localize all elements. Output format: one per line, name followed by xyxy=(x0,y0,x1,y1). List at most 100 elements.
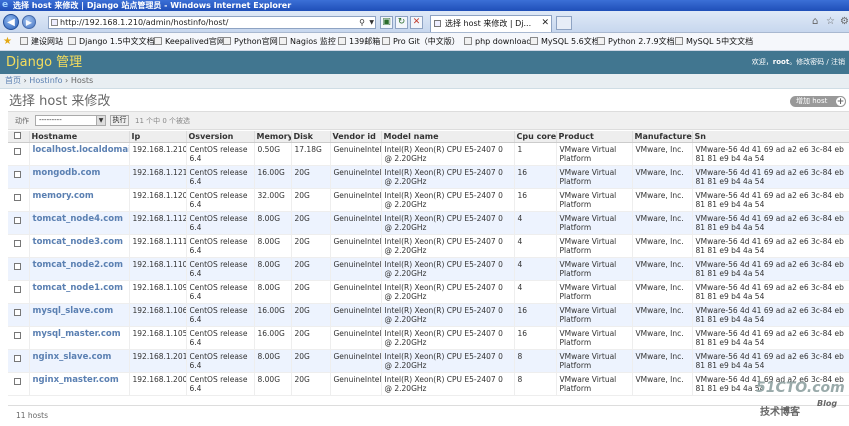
browser-tab[interactable]: 选择 host 来修改 | Dj... ✕ xyxy=(430,15,552,32)
favorite-link[interactable]: 建设网站 xyxy=(20,37,63,47)
cell-product: VMware Virtual Platform xyxy=(555,372,632,396)
column-header[interactable]: Vendor id xyxy=(329,131,381,143)
cell-disk: 20G xyxy=(290,326,330,350)
row-checkbox[interactable] xyxy=(14,332,21,339)
action-select-value: --------- xyxy=(39,116,62,124)
chevron-down-icon[interactable]: ▼ xyxy=(369,17,374,28)
row-checkbox-cell xyxy=(8,211,29,235)
select-all-checkbox[interactable] xyxy=(8,131,29,143)
cell-cpu: 16 xyxy=(513,303,556,327)
gear-icon[interactable]: ⚙ xyxy=(840,17,849,27)
column-header[interactable]: Hostname xyxy=(28,131,129,143)
compat-view-icon[interactable]: ▣ xyxy=(380,16,393,29)
column-header[interactable]: Osversion xyxy=(185,131,254,143)
cell-model: Intel(R) Xeon(R) CPU E5-2407 0 @ 2.20GHz xyxy=(380,349,514,373)
cell-ip: 192.168.1.120 xyxy=(128,188,186,212)
cell-disk: 20G xyxy=(290,257,330,281)
star-icon[interactable]: ☆ xyxy=(826,17,835,27)
close-icon[interactable]: ✕ xyxy=(541,16,549,31)
host-link[interactable]: memory.com xyxy=(28,188,129,212)
favorites-star-icon[interactable]: ★ xyxy=(3,36,12,47)
host-link[interactable]: nginx_master.com xyxy=(28,372,129,396)
cell-cpu: 8 xyxy=(513,349,556,373)
column-header[interactable]: Sn xyxy=(691,131,849,143)
back-arrow-icon[interactable]: ◀ xyxy=(3,14,19,30)
refresh-icon[interactable]: ↻ xyxy=(395,16,408,29)
tab-favicon-icon xyxy=(434,20,441,27)
host-link[interactable]: mysql_slave.com xyxy=(28,303,129,327)
host-link[interactable]: mysql_master.com xyxy=(28,326,129,350)
cell-sn: VMware-56 4d 41 69 ad a2 e6 3c-84 eb 81 … xyxy=(691,303,849,327)
favorite-link[interactable]: MySQL 5.6文档 xyxy=(530,37,600,47)
row-checkbox[interactable] xyxy=(14,171,21,178)
add-host-button[interactable]: 增加 host + xyxy=(790,96,846,107)
row-checkbox[interactable] xyxy=(14,286,21,293)
favorite-link[interactable]: 139邮箱 xyxy=(338,37,380,47)
cell-manufacturer: VMware, Inc. xyxy=(631,234,692,258)
host-link[interactable]: tomcat_node2.com xyxy=(28,257,129,281)
row-checkbox[interactable] xyxy=(14,378,21,385)
host-link[interactable]: localhost.localdomain xyxy=(28,142,129,166)
cell-product: VMware Virtual Platform xyxy=(555,188,632,212)
row-checkbox[interactable] xyxy=(14,240,21,247)
favorite-link[interactable]: Keepalived官网 xyxy=(154,37,225,47)
host-link[interactable]: tomcat_node3.com xyxy=(28,234,129,258)
favorite-link[interactable]: Pro Git（中文版） xyxy=(382,37,460,47)
cell-os: CentOS release 6.4 xyxy=(185,326,254,350)
breadcrumb-home[interactable]: 首页 xyxy=(5,76,21,85)
cell-product: VMware Virtual Platform xyxy=(555,280,632,304)
cell-vendor: GenuineIntel xyxy=(329,188,381,212)
cell-model: Intel(R) Xeon(R) CPU E5-2407 0 @ 2.20GHz xyxy=(380,326,514,350)
go-button[interactable]: 执行 xyxy=(110,115,129,126)
cell-product: VMware Virtual Platform xyxy=(555,142,632,166)
tab-title: 选择 host 来修改 | Dj... xyxy=(445,19,532,28)
cell-model: Intel(R) Xeon(R) CPU E5-2407 0 @ 2.20GHz xyxy=(380,188,514,212)
breadcrumb-app[interactable]: Hostinfo xyxy=(29,76,62,85)
address-bar[interactable]: http://192.168.1.210/admin/hostinfo/host… xyxy=(48,16,376,29)
site-name[interactable]: Django 管理 xyxy=(6,55,82,70)
favorite-link[interactable]: Nagios 监控 xyxy=(279,37,336,47)
favorite-link[interactable]: Python 2.7.9文档 xyxy=(597,37,675,47)
column-header[interactable]: Memory xyxy=(253,131,291,143)
cell-manufacturer: VMware, Inc. xyxy=(631,211,692,235)
cell-manufacturer: VMware, Inc. xyxy=(631,372,692,396)
column-header[interactable]: Product xyxy=(555,131,632,143)
column-header[interactable]: Manufacturer xyxy=(631,131,692,143)
favorite-link[interactable]: MySQL 5中文文档 xyxy=(675,37,753,47)
host-link[interactable]: tomcat_node1.com xyxy=(28,280,129,304)
favorite-link[interactable]: Django 1.5中文文档 xyxy=(68,37,155,47)
user-links[interactable]: 。修改密码 / 注销 xyxy=(789,58,845,66)
host-link[interactable]: mongodb.com xyxy=(28,165,129,189)
stop-icon[interactable]: ✕ xyxy=(410,16,423,29)
cell-manufacturer: VMware, Inc. xyxy=(631,326,692,350)
column-header[interactable]: Disk xyxy=(290,131,330,143)
host-link[interactable]: nginx_slave.com xyxy=(28,349,129,373)
selected-count: 11 个中 0 个被选 xyxy=(135,117,191,125)
breadcrumb-current: Hosts xyxy=(70,76,94,85)
favorite-link[interactable]: Python官网 xyxy=(223,37,278,47)
host-link[interactable]: tomcat_node4.com xyxy=(28,211,129,235)
row-checkbox[interactable] xyxy=(14,148,21,155)
forward-arrow-icon[interactable]: ▶ xyxy=(22,15,36,29)
table-header-row: Hostname Ip Osversion Memory Disk Vendor… xyxy=(8,131,849,143)
column-header[interactable]: Ip xyxy=(128,131,186,143)
favorite-link[interactable]: php downloads xyxy=(464,37,536,47)
cell-ip: 192.168.1.109 xyxy=(128,280,186,304)
column-header[interactable]: Model name xyxy=(380,131,514,143)
row-checkbox[interactable] xyxy=(14,309,21,316)
row-checkbox-cell xyxy=(8,234,29,258)
row-checkbox[interactable] xyxy=(14,263,21,270)
column-header[interactable]: Cpu core xyxy=(513,131,556,143)
row-checkbox[interactable] xyxy=(14,355,21,362)
action-select[interactable]: --------- ▼ xyxy=(35,115,106,126)
home-icon[interactable]: ⌂ xyxy=(812,17,818,27)
row-checkbox-cell xyxy=(8,257,29,281)
actions-bar: 动作 --------- ▼ 执行 11 个中 0 个被选 xyxy=(8,112,849,130)
row-checkbox[interactable] xyxy=(14,194,21,201)
table-row: memory.com 192.168.1.120 CentOS release 6.… xyxy=(8,188,849,212)
checkbox-icon[interactable] xyxy=(14,132,21,139)
row-checkbox[interactable] xyxy=(14,217,21,224)
search-icon[interactable]: ⚲ xyxy=(359,17,365,28)
page-title: 选择 host 来修改 xyxy=(9,94,111,109)
new-tab-button[interactable] xyxy=(556,16,572,30)
